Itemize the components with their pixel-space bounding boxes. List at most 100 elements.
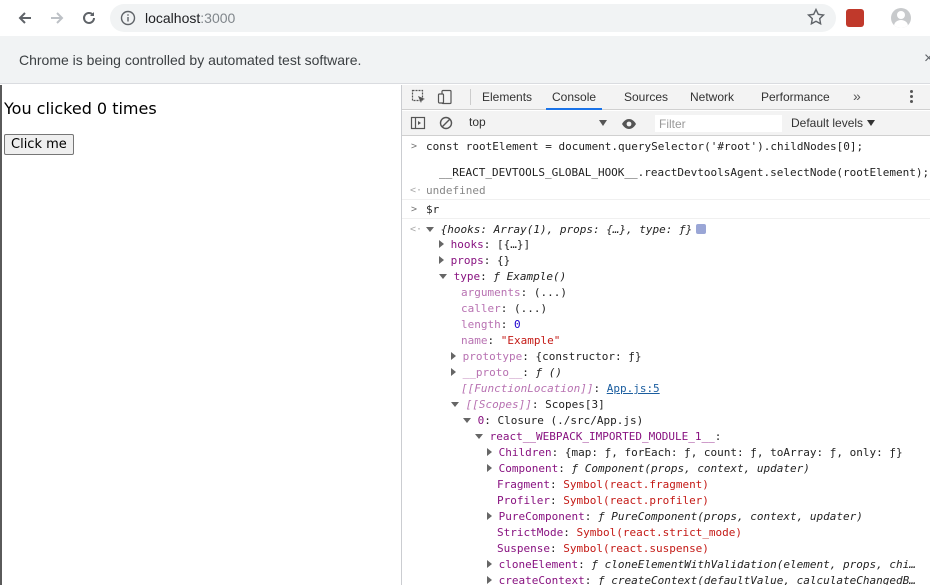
tree-row-strict-mode: StrictMode: Symbol(react.strict_mode) (497, 526, 743, 539)
device-toolbar-icon[interactable] (437, 89, 453, 105)
prop-key: type (453, 270, 481, 283)
prop-key: Suspense (497, 542, 550, 555)
prop-key: props (450, 254, 484, 267)
prop-key: arguments (461, 286, 521, 299)
prop-value: Closure (./src/App.js) (497, 414, 644, 427)
clear-console-icon[interactable] (438, 115, 454, 131)
tab-performance[interactable]: Performance (761, 85, 830, 110)
tree-row-type[interactable]: type: ƒ Example() (402, 269, 930, 285)
devtools-menu-icon[interactable] (910, 89, 914, 105)
inspect-element-icon[interactable] (411, 89, 427, 105)
click-count-text: You clicked 0 times (4, 99, 157, 118)
expand-triangle-icon[interactable] (451, 352, 456, 360)
prop-key: Fragment (497, 478, 550, 491)
prop-value: (...) (514, 302, 548, 315)
tab-network[interactable]: Network (690, 85, 734, 110)
tree-row-create-context[interactable]: createContext: ƒ createContext(defaultVa… (402, 573, 930, 585)
object-summary: {hooks: Array(1), props: {…}, type: ƒ} (440, 223, 693, 236)
tree-row-children[interactable]: Children: {map: ƒ, forEach: ƒ, count: ƒ,… (402, 445, 930, 461)
tree-row-proto[interactable]: __proto__: ƒ () (402, 365, 930, 381)
prop-key: 0 (477, 414, 485, 427)
address-bar[interactable]: localhost:3000 (110, 4, 836, 32)
info-icon[interactable] (120, 10, 136, 26)
prop-value: ƒ () (535, 366, 562, 379)
live-expression-eye-icon[interactable] (621, 117, 637, 129)
prop-key: hooks (450, 238, 484, 251)
tree-row-pure-component[interactable]: PureComponent: ƒ PureComponent(props, co… (402, 509, 930, 525)
tab-console[interactable]: Console (546, 85, 603, 110)
tree-row-prototype[interactable]: prototype: {constructor: ƒ} (402, 349, 930, 365)
prop-key: caller (461, 302, 501, 315)
devtools-panel: Elements Console Sources Network Perform… (401, 85, 930, 585)
more-tabs-icon[interactable]: » (853, 85, 861, 108)
tree-row-component[interactable]: Component: ƒ Component(props, context, u… (402, 461, 930, 477)
expand-triangle-icon[interactable] (451, 368, 456, 376)
expand-triangle-icon[interactable] (487, 560, 492, 568)
console-input-line: > $r (402, 202, 930, 218)
input-prompt-icon: > (411, 141, 418, 152)
expand-triangle-icon[interactable] (487, 512, 492, 520)
infobar-message: Chrome is being controlled by automated … (19, 52, 362, 68)
prop-value: {} (497, 254, 511, 267)
url-text: localhost:3000 (145, 10, 235, 26)
tree-row-scopes[interactable]: [[Scopes]]: Scopes[3] (402, 397, 930, 413)
reload-icon[interactable] (77, 6, 101, 30)
tree-row-props[interactable]: props: {} (402, 253, 930, 269)
prop-key: react__WEBPACK_IMPORTED_MODULE_1__ (489, 430, 715, 443)
console-toolbar: top Default levels (402, 111, 930, 136)
prop-value: ƒ createContext(defaultValue, calculateC… (597, 574, 916, 585)
prop-value: Scopes[3] (545, 398, 605, 411)
prop-value: ƒ PureComponent(props, context, updater) (597, 510, 863, 523)
tree-row-clone-element[interactable]: cloneElement: ƒ cloneElementWithValidati… (402, 557, 930, 573)
tree-row-caller[interactable]: caller: (...) (402, 301, 930, 317)
console-input-line: > const rootElement = document.querySele… (402, 139, 930, 155)
expand-triangle-icon[interactable] (439, 256, 444, 264)
tree-row-function-location[interactable]: [[FunctionLocation]]: App.js:5 (402, 381, 930, 397)
context-value: top (469, 115, 486, 129)
profile-avatar-icon[interactable] (891, 8, 911, 28)
expand-triangle-icon[interactable] (463, 418, 471, 423)
tree-row-name: name: "Example" (461, 334, 561, 347)
source-link[interactable]: App.js:5 (607, 382, 660, 395)
browser-toolbar: localhost:3000 (0, 0, 930, 36)
prop-value: "Example" (500, 334, 561, 347)
forward-arrow-icon[interactable] (45, 6, 69, 30)
prop-value: ƒ Component(props, context, updater) (571, 462, 810, 475)
console-code: __REACT_DEVTOOLS_GLOBAL_HOOK__.reactDevt… (439, 166, 930, 179)
tree-row-suspense: Suspense: Symbol(react.suspense) (497, 542, 709, 555)
log-levels-label: Default levels (791, 116, 864, 130)
prop-key: StrictMode (497, 526, 564, 539)
back-arrow-icon[interactable] (13, 6, 37, 30)
tree-row-fragment: Fragment: Symbol(react.fragment) (497, 478, 709, 491)
expand-triangle-icon[interactable] (475, 434, 483, 439)
input-prompt-icon: > (411, 204, 418, 215)
sidebar-toggle-icon[interactable] (410, 115, 426, 131)
console-filter-input[interactable] (655, 115, 782, 132)
prop-value: Symbol(react.suspense) (563, 542, 709, 555)
object-root-row[interactable]: <· {hooks: Array(1), props: {…}, type: ƒ… (402, 222, 930, 238)
tree-row-hooks[interactable]: hooks: [{…}] (402, 237, 930, 253)
tab-elements[interactable]: Elements (482, 85, 532, 110)
infobar-close-icon[interactable]: × (924, 50, 930, 68)
expand-triangle-icon[interactable] (451, 402, 459, 407)
prop-key: [[FunctionLocation]] (461, 382, 594, 395)
click-me-button[interactable]: Click me (4, 134, 74, 155)
console-input-line: __REACT_DEVTOOLS_GLOBAL_HOOK__.reactDevt… (402, 165, 930, 181)
tree-row-arguments[interactable]: arguments: (...) (402, 285, 930, 301)
prop-key: prototype (462, 350, 523, 363)
bookmark-star-icon[interactable] (806, 7, 826, 27)
expand-triangle-icon[interactable] (426, 227, 434, 232)
extension-icon[interactable] (846, 9, 864, 27)
tree-row-scope-0[interactable]: 0: Closure (./src/App.js) (402, 413, 930, 429)
log-levels-dropdown[interactable]: Default levels (791, 116, 876, 130)
prop-key: cloneElement (498, 558, 579, 571)
console-result: undefined (426, 184, 486, 197)
expand-triangle-icon[interactable] (487, 576, 492, 584)
expand-triangle-icon[interactable] (487, 464, 492, 472)
tree-row-module[interactable]: react__WEBPACK_IMPORTED_MODULE_1__: (402, 429, 930, 445)
expand-triangle-icon[interactable] (439, 240, 444, 248)
tab-sources[interactable]: Sources (624, 85, 668, 110)
expand-triangle-icon[interactable] (439, 274, 447, 279)
expand-triangle-icon[interactable] (487, 448, 492, 456)
context-selector[interactable]: top (469, 115, 607, 132)
